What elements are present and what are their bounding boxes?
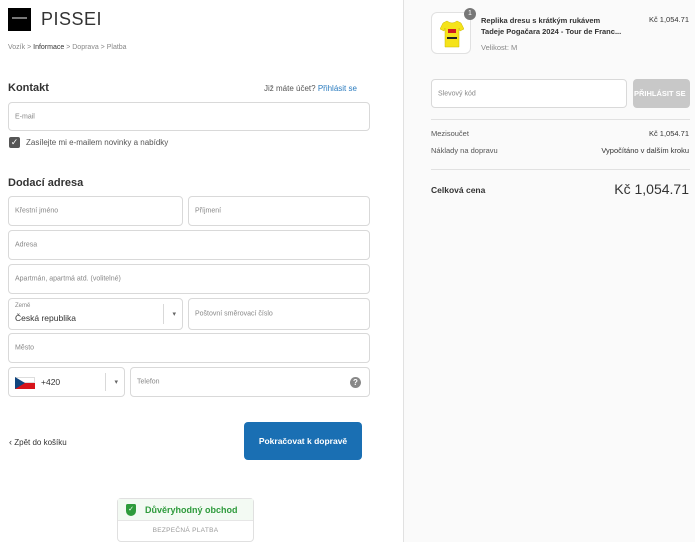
product-title-line2: Tadeje Pogačara 2024 - Tour de Franc... — [481, 27, 622, 36]
divider — [431, 119, 690, 120]
postal-code-field[interactable]: Poštovní směrovací číslo — [188, 298, 370, 330]
breadcrumb-shipping: Doprava — [72, 44, 99, 51]
city-field[interactable]: Město — [8, 333, 370, 363]
breadcrumb-sep: > — [66, 44, 71, 51]
apartment-field[interactable]: Apartmán, apartmá atd. (volitelné) — [8, 264, 370, 294]
phone-placeholder: Telefon — [137, 378, 160, 386]
jersey-image — [440, 20, 464, 48]
address-placeholder: Adresa — [15, 241, 38, 249]
have-account-label: Již máte účet? — [264, 84, 316, 93]
trust-badge: ✓ Důvěryhodný obchod BEZPEČNÁ PLATBA — [117, 498, 254, 542]
shipping-cost-label: Náklady na dopravu — [431, 146, 498, 155]
breadcrumb-sep: > — [100, 44, 105, 51]
email-placeholder: E-mail — [15, 113, 35, 120]
breadcrumb-cart[interactable]: Vozík — [8, 44, 25, 51]
back-to-cart-label: Zpět do košíku — [14, 438, 67, 447]
trust-badge-subtitle: BEZPEČNÁ PLATBA — [152, 527, 219, 534]
phone-country-select[interactable]: +420 ▾ — [8, 367, 125, 397]
breadcrumb-info: Informace — [33, 44, 65, 51]
help-icon[interactable]: ? — [350, 377, 361, 388]
phone-code-value: +420 — [41, 377, 61, 387]
discount-code-field[interactable]: Slevový kód — [431, 79, 627, 108]
trust-badge-title: Důvěryhodný obchod — [145, 505, 238, 515]
email-field[interactable]: E-mail — [8, 102, 370, 131]
subtotal-value: Kč 1,054.71 — [648, 129, 689, 138]
have-account-text: Již máte účet? Přihlásit se — [264, 84, 357, 93]
city-placeholder: Město — [15, 344, 35, 352]
back-to-cart-link[interactable]: ‹ Zpět do košíku — [9, 437, 67, 447]
product-price: Kč 1,054.71 — [648, 15, 689, 24]
first-name-placeholder: Křestní jméno — [15, 207, 59, 215]
country-select[interactable]: Země Česká republika ▾ — [8, 298, 183, 330]
store-name[interactable]: PISSEI — [41, 9, 102, 30]
last-name-placeholder: Příjmení — [195, 207, 222, 215]
chevron-left-icon: ‹ — [9, 437, 12, 447]
breadcrumb: Vozík > Informace > Doprava > Platba — [8, 44, 127, 51]
country-label: Země — [15, 303, 31, 309]
total-label: Celková cena — [431, 185, 486, 195]
checkout-main: PISSEI Vozík > Informace > Doprava > Pla… — [0, 0, 403, 542]
breadcrumb-sep: > — [27, 44, 32, 51]
product-variant: Velikost: M — [481, 43, 518, 52]
discount-code-placeholder: Slevový kód — [438, 90, 476, 97]
total-value: Kč 1,054.71 — [614, 181, 689, 197]
select-divider — [105, 373, 106, 391]
czech-flag-icon — [15, 377, 35, 389]
select-divider — [163, 304, 164, 324]
postal-code-placeholder: Poštovní směrovací číslo — [195, 310, 273, 318]
shipping-cost-value: Vypočítáno v dalším kroku — [601, 146, 689, 155]
chevron-down-icon: ▾ — [172, 311, 176, 318]
address-field[interactable]: Adresa — [8, 230, 370, 260]
chevron-down-icon: ▾ — [114, 379, 118, 386]
first-name-field[interactable]: Křestní jméno — [8, 196, 183, 226]
contact-heading: Kontakt — [8, 82, 49, 94]
product-title-line1: Replika dresu s krátkým rukávem — [481, 16, 601, 25]
quantity-badge: 1 — [464, 8, 476, 20]
newsletter-label: Zasílejte mi e-mailem novinky a nabídky — [26, 138, 169, 147]
country-value: Česká republika — [15, 313, 76, 323]
continue-to-shipping-button[interactable]: Pokračovat k dopravě — [244, 422, 362, 460]
product-title: Replika dresu s krátkým rukávem Tadeje P… — [481, 15, 641, 37]
apply-discount-button[interactable]: PŘIHLÁSIT SE — [633, 79, 690, 108]
shield-check-icon: ✓ — [126, 504, 136, 516]
breadcrumb-payment: Platba — [106, 44, 127, 51]
last-name-field[interactable]: Příjmení — [188, 196, 370, 226]
newsletter-checkbox[interactable]: ✓ — [9, 137, 20, 148]
apartment-placeholder: Apartmán, apartmá atd. (volitelné) — [15, 275, 121, 283]
login-link[interactable]: Přihlásit se — [318, 84, 357, 93]
store-logo[interactable] — [8, 8, 31, 31]
shipping-address-heading: Dodací adresa — [8, 177, 84, 189]
divider — [431, 169, 690, 170]
order-summary: 1 Replika dresu s krátkým rukávem Tadeje… — [403, 0, 695, 542]
phone-field[interactable]: Telefon ? — [130, 367, 370, 397]
subtotal-label: Mezisoučet — [431, 129, 469, 138]
